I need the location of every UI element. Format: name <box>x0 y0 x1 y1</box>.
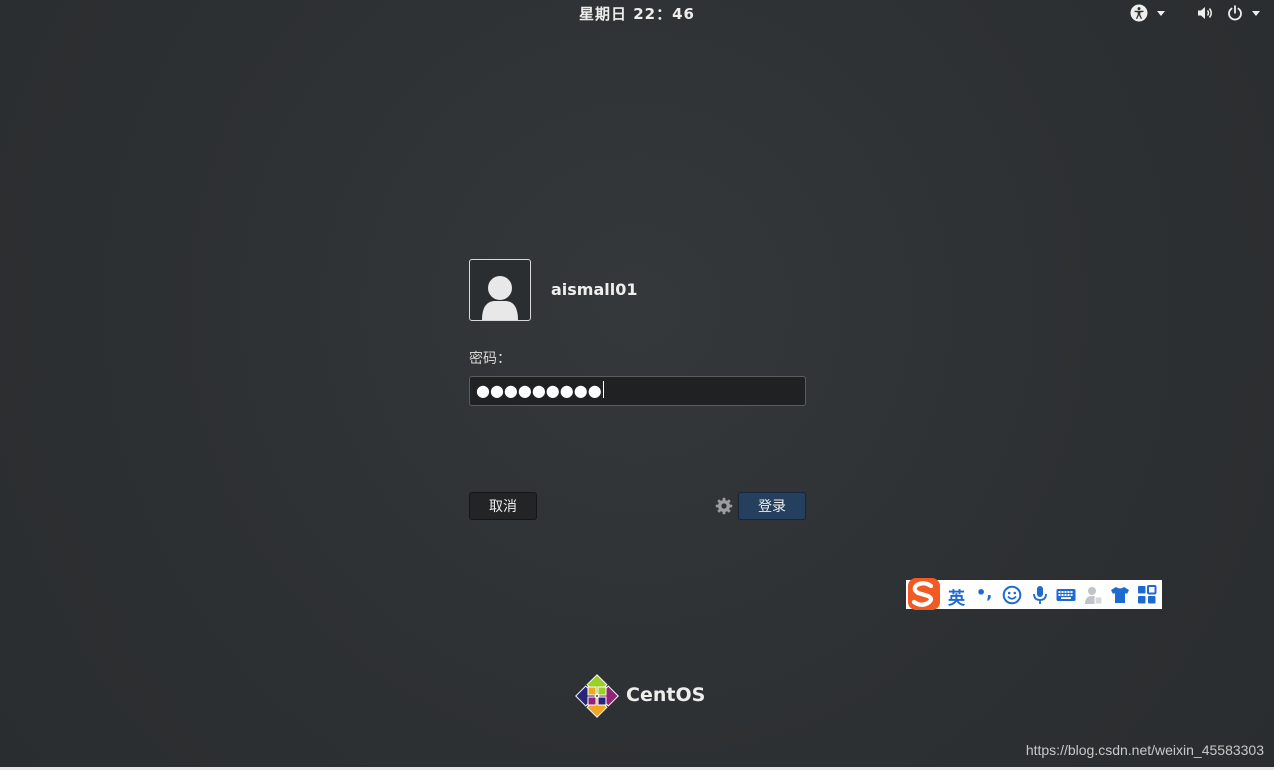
emoji-icon[interactable] <box>1002 585 1022 605</box>
centos-logo: CentOS <box>575 674 705 718</box>
avatar <box>469 259 531 321</box>
power-menu[interactable] <box>1227 4 1260 22</box>
chevron-down-icon <box>1157 10 1165 16</box>
password-input[interactable]: ●●●●●●●●● <box>469 376 806 406</box>
ime-language-toggle[interactable]: 英 <box>948 584 965 609</box>
shirt-icon[interactable] <box>1110 585 1130 605</box>
centos-logo-icon <box>575 674 619 718</box>
cancel-button[interactable]: 取消 <box>469 492 537 520</box>
gear-icon[interactable] <box>715 497 733 515</box>
chevron-down-icon <box>1252 10 1260 16</box>
power-icon <box>1228 5 1242 21</box>
password-label: 密码： <box>469 351 511 367</box>
microphone-icon[interactable] <box>1030 585 1050 605</box>
watermark: https://blog.csdn.net/weixin_45583303 <box>1025 742 1264 758</box>
volume-icon <box>1198 7 1212 19</box>
accessibility-menu[interactable] <box>1130 4 1165 22</box>
ime-toolbar[interactable]: 英 •, <box>906 577 1162 611</box>
top-bar: 星期日 22：46 <box>0 0 1274 26</box>
clock[interactable]: 星期日 22：46 <box>0 3 1274 24</box>
password-value: ●●●●●●●●● <box>476 381 602 400</box>
text-cursor <box>602 381 604 398</box>
username: aismall01 <box>551 280 638 299</box>
user-icon <box>482 276 518 320</box>
grid-icon[interactable] <box>1137 585 1157 605</box>
accessibility-icon <box>1130 4 1148 22</box>
user-icon[interactable] <box>1083 585 1103 605</box>
login-button[interactable]: 登录 <box>738 492 806 520</box>
punctuation-toggle[interactable]: •, <box>976 583 996 603</box>
volume-indicator[interactable] <box>1197 4 1215 22</box>
sogou-logo-icon[interactable] <box>906 577 942 611</box>
login-screen: 星期日 22：46 aismall01 密码： ●●●●●●●●● 取消 登录 … <box>0 0 1274 770</box>
keyboard-icon[interactable] <box>1056 585 1076 605</box>
os-name: CentOS <box>626 684 706 706</box>
